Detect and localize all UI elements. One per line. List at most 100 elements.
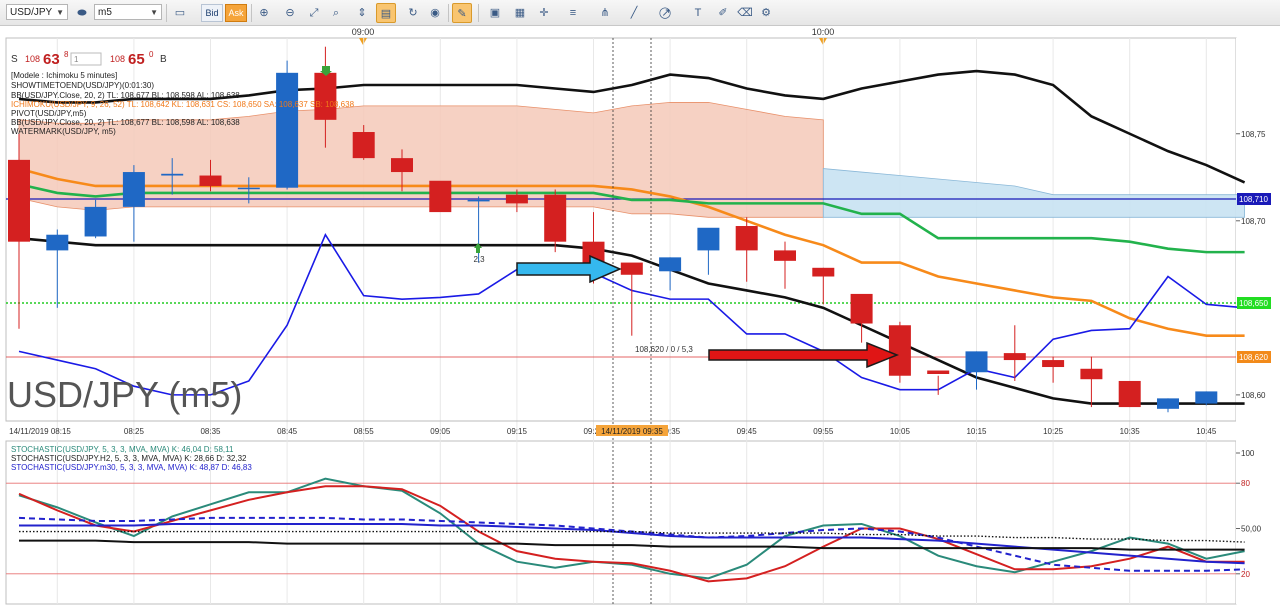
settings-icon[interactable]: ⚙	[756, 3, 776, 23]
stochastic-label: STOCHASTIC(USD/JPY.m30, 5, 3, 3, MVA, MV…	[11, 463, 252, 472]
ellipse-icon[interactable]: ◯	[655, 3, 675, 23]
candle-body	[8, 159, 30, 242]
time-tick-label: 08:35	[200, 427, 221, 436]
time-tick-label: 10:05	[890, 427, 911, 436]
eraser-icon[interactable]: ⌫	[735, 3, 755, 23]
buy-big: 65	[128, 51, 145, 68]
time-tick-label: 08:25	[124, 427, 145, 436]
chart-type-icon[interactable]: ⬬	[72, 3, 92, 23]
timeframe-select[interactable]: m5 ▼	[94, 4, 162, 20]
candle-body	[352, 132, 375, 159]
crosshair-info: 108,620 / 0 / 5,3	[635, 345, 693, 354]
text-icon[interactable]: T	[688, 3, 708, 23]
candle-body	[697, 227, 720, 251]
chevron-down-icon: ▼	[150, 8, 158, 17]
symbol-value: USD/JPY	[10, 7, 53, 18]
candle-body	[1118, 380, 1141, 408]
candle-body	[276, 72, 299, 188]
candle-body	[850, 293, 873, 324]
candle-body	[1195, 391, 1218, 404]
chart-area[interactable]: 09:00 10:00 108,620 / 0 / 5,3 2,3 S 108 …	[0, 26, 1280, 608]
crosshair-icon[interactable]: ✛	[534, 3, 554, 23]
resistance-marker-label: 108,620	[1239, 353, 1268, 362]
indicator-label: BB(USD/JPY.Close, 20, 2) TL: 108,677 BL:…	[11, 118, 240, 127]
candle[interactable]	[1118, 380, 1141, 408]
trendline-icon[interactable]: ╱	[624, 3, 644, 23]
price-tick-label: 108,70	[1241, 217, 1266, 226]
candle-body	[1003, 353, 1026, 361]
symbol-select[interactable]: USD/JPY ▼	[6, 4, 68, 20]
time-tick-label: 10:25	[1043, 427, 1064, 436]
candle-body	[1080, 368, 1103, 380]
time-tick-label: 14/11/2019 08:15	[9, 427, 71, 436]
candle[interactable]	[429, 180, 452, 213]
candle-body	[46, 234, 69, 251]
time-tick-label: 09:05	[430, 427, 451, 436]
bid-button[interactable]: Bid	[201, 4, 223, 22]
indicator-label: [Modele : Ichimoku 5 minutes]	[11, 71, 117, 80]
stochastic-legend: STOCHASTIC(USD/JPY, 5, 3, 3, MVA, MVA) K…	[11, 445, 252, 472]
globe-icon[interactable]: ◉	[425, 3, 445, 23]
scale-icon[interactable]: ⇕	[352, 3, 372, 23]
support-marker-label: 108,650	[1239, 299, 1268, 308]
sell-big: 63	[43, 51, 60, 68]
lines-icon[interactable]: ≡	[563, 3, 583, 23]
separator	[448, 4, 449, 22]
candle-body	[505, 194, 528, 204]
candle-body	[1042, 360, 1065, 368]
stochastic-label: STOCHASTIC(USD/JPY.H2, 5, 3, 3, MVA, MVA…	[11, 454, 247, 463]
toolbar: USD/JPY ▼ ⬬ m5 ▼ ▭ Bid Ask ⊕ ⊖ ⤢ ⌕ ⇕ ▤ ↻ ◉…	[0, 0, 1280, 26]
indicator-label: ICHIMOKU(USD/JPY, 9, 26, 52) TL: 108,642…	[11, 100, 355, 109]
indicator-label: SHOWTIMETOEND(USD/JPY)(0:01:30)	[11, 81, 154, 90]
pivot-marker-label: 108,710	[1239, 195, 1268, 204]
pencil-icon[interactable]: ✎	[452, 3, 472, 23]
time-tick-label: 10:45	[1196, 427, 1217, 436]
refresh-icon[interactable]: ↻	[403, 3, 423, 23]
sell-sup: 8	[64, 50, 69, 59]
indicator-icon[interactable]: ▤	[376, 3, 396, 23]
candle-body	[314, 72, 337, 120]
candle[interactable]	[888, 321, 911, 383]
zoom-out-icon[interactable]: ⊖	[280, 3, 300, 23]
zoom-fit-icon[interactable]: ⤢	[304, 3, 324, 23]
quantity-value: 1	[74, 55, 79, 64]
signal-label: 2,3	[473, 255, 485, 264]
candle[interactable]	[1195, 391, 1218, 406]
chart-icon[interactable]: ▭	[170, 3, 190, 23]
fork-icon[interactable]: ⋔	[595, 3, 615, 23]
time-tick-label: 08:45	[277, 427, 298, 436]
magnify-icon[interactable]: ⌕	[326, 3, 346, 23]
candle[interactable]	[276, 60, 299, 190]
stochastic-tick-label: 80	[1241, 479, 1250, 488]
crosshair-time-label: 14/11/2019 09:35	[601, 427, 663, 436]
candle-body	[888, 325, 911, 376]
candle-body	[659, 257, 682, 272]
candle-body	[965, 351, 988, 373]
candle-body	[122, 172, 145, 207]
image-icon[interactable]: ▣	[485, 3, 505, 23]
time-tick-label: 09:55	[813, 427, 834, 436]
candle-body	[429, 180, 452, 213]
buy-suffix: B	[160, 54, 167, 65]
stochastic-label: STOCHASTIC(USD/JPY, 5, 3, 3, MVA, MVA) K…	[11, 445, 234, 454]
candle-body	[927, 370, 950, 374]
price-tick-label: 108,60	[1241, 391, 1266, 400]
time-tick-label: 09:45	[737, 427, 758, 436]
buy-sup: 0	[149, 50, 154, 59]
buy-small: 108	[110, 54, 125, 64]
watermark: USD/JPY (m5)	[7, 374, 242, 415]
top-time-label: 10:00	[812, 27, 835, 37]
sell-prefix: S	[11, 54, 18, 65]
marker-icon[interactable]: ✐	[713, 3, 733, 23]
candle-body	[237, 187, 260, 190]
candle-body	[774, 250, 796, 261]
price-axis	[1236, 38, 1280, 604]
template-icon[interactable]: ▦	[510, 3, 530, 23]
candle-body	[467, 199, 490, 202]
time-tick-label: 10:35	[1120, 427, 1141, 436]
ask-button[interactable]: Ask	[225, 4, 247, 22]
zoom-in-icon[interactable]: ⊕	[254, 3, 274, 23]
indicator-label: PIVOT(USD/JPY,m5)	[11, 109, 87, 118]
candle-body	[735, 226, 758, 251]
candle-body	[1157, 398, 1179, 409]
